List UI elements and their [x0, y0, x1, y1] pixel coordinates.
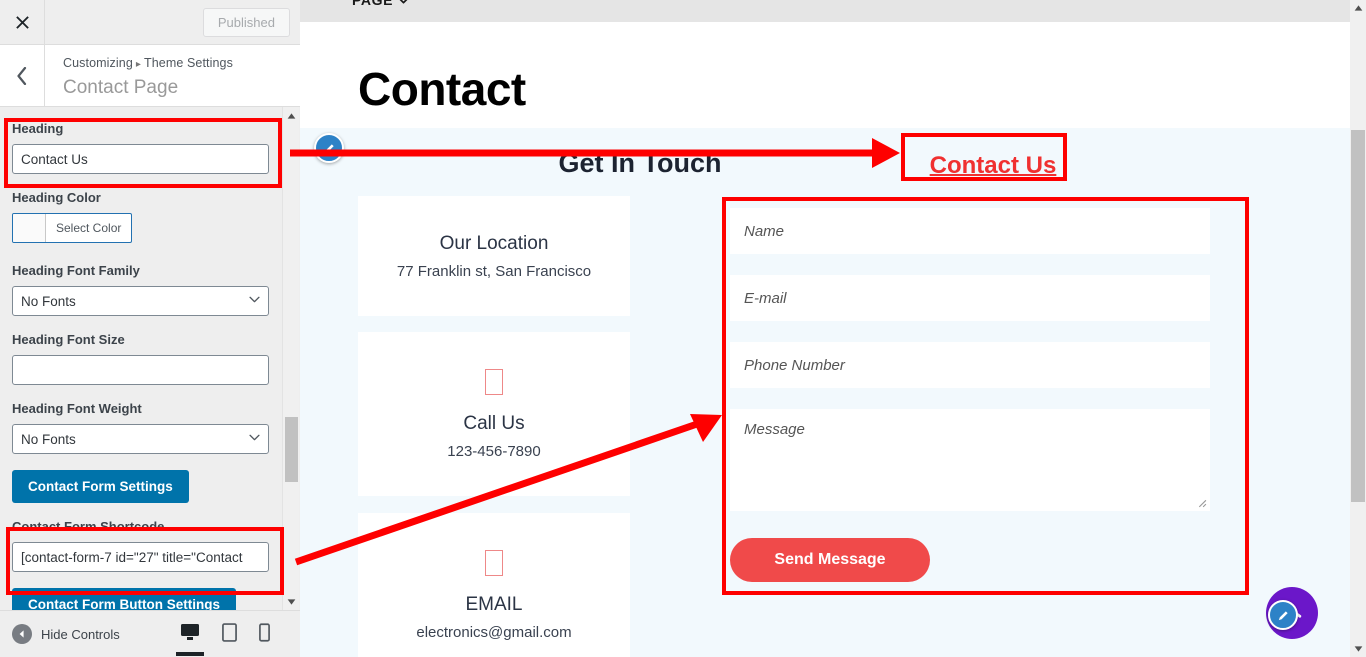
- email-input[interactable]: E-mail: [730, 275, 1210, 321]
- send-message-button[interactable]: Send Message: [730, 538, 930, 582]
- sidebar-scroll-thumb[interactable]: [285, 417, 298, 482]
- chevron-left-icon: [17, 66, 27, 85]
- site-preview-frame: PAGE Contact Get In Touch Contact Us Our…: [300, 0, 1350, 657]
- page-scroll-down-arrow[interactable]: [1350, 641, 1366, 657]
- select-color-button[interactable]: Select Color: [12, 213, 133, 243]
- contact-form-settings-button[interactable]: Contact Form Settings: [12, 470, 189, 503]
- control-heading: Heading: [12, 107, 288, 174]
- page-scroll-up-arrow[interactable]: [1350, 0, 1366, 16]
- heading-font-weight-select[interactable]: No Fonts: [12, 424, 269, 454]
- shortcode-input[interactable]: [12, 542, 269, 572]
- chevron-down-icon: [400, 0, 407, 4]
- mobile-icon: [259, 622, 270, 642]
- device-mobile-button[interactable]: [259, 622, 270, 646]
- hide-controls-label: Hide Controls: [41, 626, 120, 642]
- triangle-down-icon: [1354, 646, 1362, 652]
- desktop-icon: [181, 624, 199, 640]
- triangle-up-icon: [287, 112, 296, 119]
- control-heading-font-family: Heading Font Family No Fonts: [12, 263, 288, 316]
- breadcrumb-root[interactable]: Customizing: [63, 56, 133, 70]
- message-placeholder: Message: [744, 421, 805, 438]
- heading-color-label: Heading Color: [12, 190, 101, 205]
- contact-form-button-settings-button[interactable]: Contact Form Button Settings: [12, 588, 236, 610]
- control-heading-font-size: Heading Font Size: [12, 332, 288, 385]
- breadcrumb-section[interactable]: Theme Settings: [144, 56, 233, 70]
- heading-input[interactable]: [12, 144, 269, 174]
- page-heading: Contact: [358, 63, 526, 115]
- control-shortcode: Contact Form Shortcode: [12, 519, 288, 572]
- nav-menu-item-label: PAGE: [352, 0, 394, 8]
- control-contact-form-settings: Contact Form Settings: [12, 470, 288, 503]
- missing-glyph-icon: [485, 368, 503, 395]
- collapse-icon: [12, 624, 32, 644]
- heading-font-size-input[interactable]: [12, 355, 269, 385]
- customizer-sidebar: Published Customizing ▸ Theme Settings Con…: [0, 0, 300, 657]
- contact-form: Name E-mail Phone Number Message Send Me…: [730, 208, 1220, 582]
- close-icon: [15, 15, 29, 29]
- section-heading-get-in-touch: Get In Touch: [558, 148, 722, 178]
- arrow-left-icon: [19, 630, 24, 638]
- name-input[interactable]: Name: [730, 208, 1210, 254]
- heading-font-weight-label: Heading Font Weight: [12, 401, 142, 416]
- heading-font-size-label: Heading Font Size: [12, 332, 125, 347]
- page-title: Contact Page: [63, 77, 179, 98]
- control-heading-font-weight: Heading Font Weight No Fonts: [12, 401, 288, 454]
- message-textarea[interactable]: Message: [730, 409, 1210, 511]
- breadcrumb: Customizing ▸ Theme Settings: [63, 55, 233, 73]
- section-heading-contact-us[interactable]: Contact Us: [921, 152, 1065, 180]
- back-button[interactable]: [0, 45, 45, 106]
- triangle-up-icon: [1354, 5, 1362, 11]
- preview-nav-bar: PAGE: [300, 0, 1350, 22]
- edit-shortcut-footer-button[interactable]: [1268, 600, 1298, 630]
- customizer-topbar: Published: [0, 0, 300, 45]
- info-card-detail: 123-456-7890: [447, 442, 541, 460]
- info-card-title: Call Us: [463, 412, 525, 434]
- heading-font-family-label: Heading Font Family: [12, 263, 140, 278]
- info-card-title: Our Location: [439, 232, 549, 254]
- scroll-down-arrow[interactable]: [283, 593, 300, 610]
- breadcrumb-separator: ▸: [135, 59, 141, 70]
- triangle-down-icon: [287, 598, 296, 605]
- page-scroll-thumb[interactable]: [1351, 130, 1365, 502]
- control-button-settings: Contact Form Button Settings: [12, 588, 288, 610]
- device-preview-group: [176, 622, 288, 656]
- device-desktop-button[interactable]: [176, 623, 204, 656]
- customizer-controls-body: Heading Heading Color Select Color Headi…: [0, 107, 300, 610]
- resize-handle-icon[interactable]: [1196, 497, 1207, 508]
- pencil-icon: [1278, 610, 1288, 620]
- sidebar-scrollbar[interactable]: [282, 107, 299, 610]
- info-card-email: EMAIL electronics@gmail.com: [358, 513, 630, 657]
- missing-glyph-icon: [485, 549, 503, 576]
- pencil-icon: [324, 143, 334, 153]
- heading-font-family-select[interactable]: No Fonts: [12, 286, 269, 316]
- color-swatch: [13, 214, 45, 242]
- heading-label: Heading: [12, 121, 64, 136]
- nav-menu-item-page[interactable]: PAGE: [352, 0, 409, 8]
- control-heading-color: Heading Color Select Color: [12, 190, 288, 247]
- scroll-up-arrow[interactable]: [283, 107, 300, 124]
- info-card-detail: 77 Franklin st, San Francisco: [396, 262, 592, 280]
- info-card-title: EMAIL: [465, 593, 523, 615]
- hide-controls-button[interactable]: Hide Controls: [12, 624, 120, 644]
- browser-scrollbar[interactable]: [1350, 0, 1366, 657]
- close-customizer-button[interactable]: [0, 0, 45, 44]
- customizer-footer: Hide Controls: [0, 610, 300, 657]
- edit-shortcut-section-button[interactable]: [314, 133, 344, 163]
- contact-section: Get In Touch Contact Us Our Location 77 …: [300, 128, 1350, 657]
- shortcode-label: Contact Form Shortcode: [12, 519, 165, 534]
- panel-titles: Customizing ▸ Theme Settings Contact Page: [45, 45, 233, 106]
- phone-input[interactable]: Phone Number: [730, 342, 1210, 388]
- select-color-label: Select Color: [45, 214, 131, 242]
- page-hero: Contact: [300, 22, 1350, 128]
- publish-button[interactable]: Published: [202, 7, 290, 37]
- customizer-panel-header: Customizing ▸ Theme Settings Contact Page: [0, 45, 300, 107]
- device-tablet-button[interactable]: [222, 622, 237, 646]
- info-card-call: Call Us 123-456-7890: [358, 332, 630, 496]
- tablet-icon: [222, 622, 237, 642]
- info-card-detail: electronics@gmail.com: [416, 623, 572, 641]
- info-card-location: Our Location 77 Franklin st, San Francis…: [358, 196, 630, 316]
